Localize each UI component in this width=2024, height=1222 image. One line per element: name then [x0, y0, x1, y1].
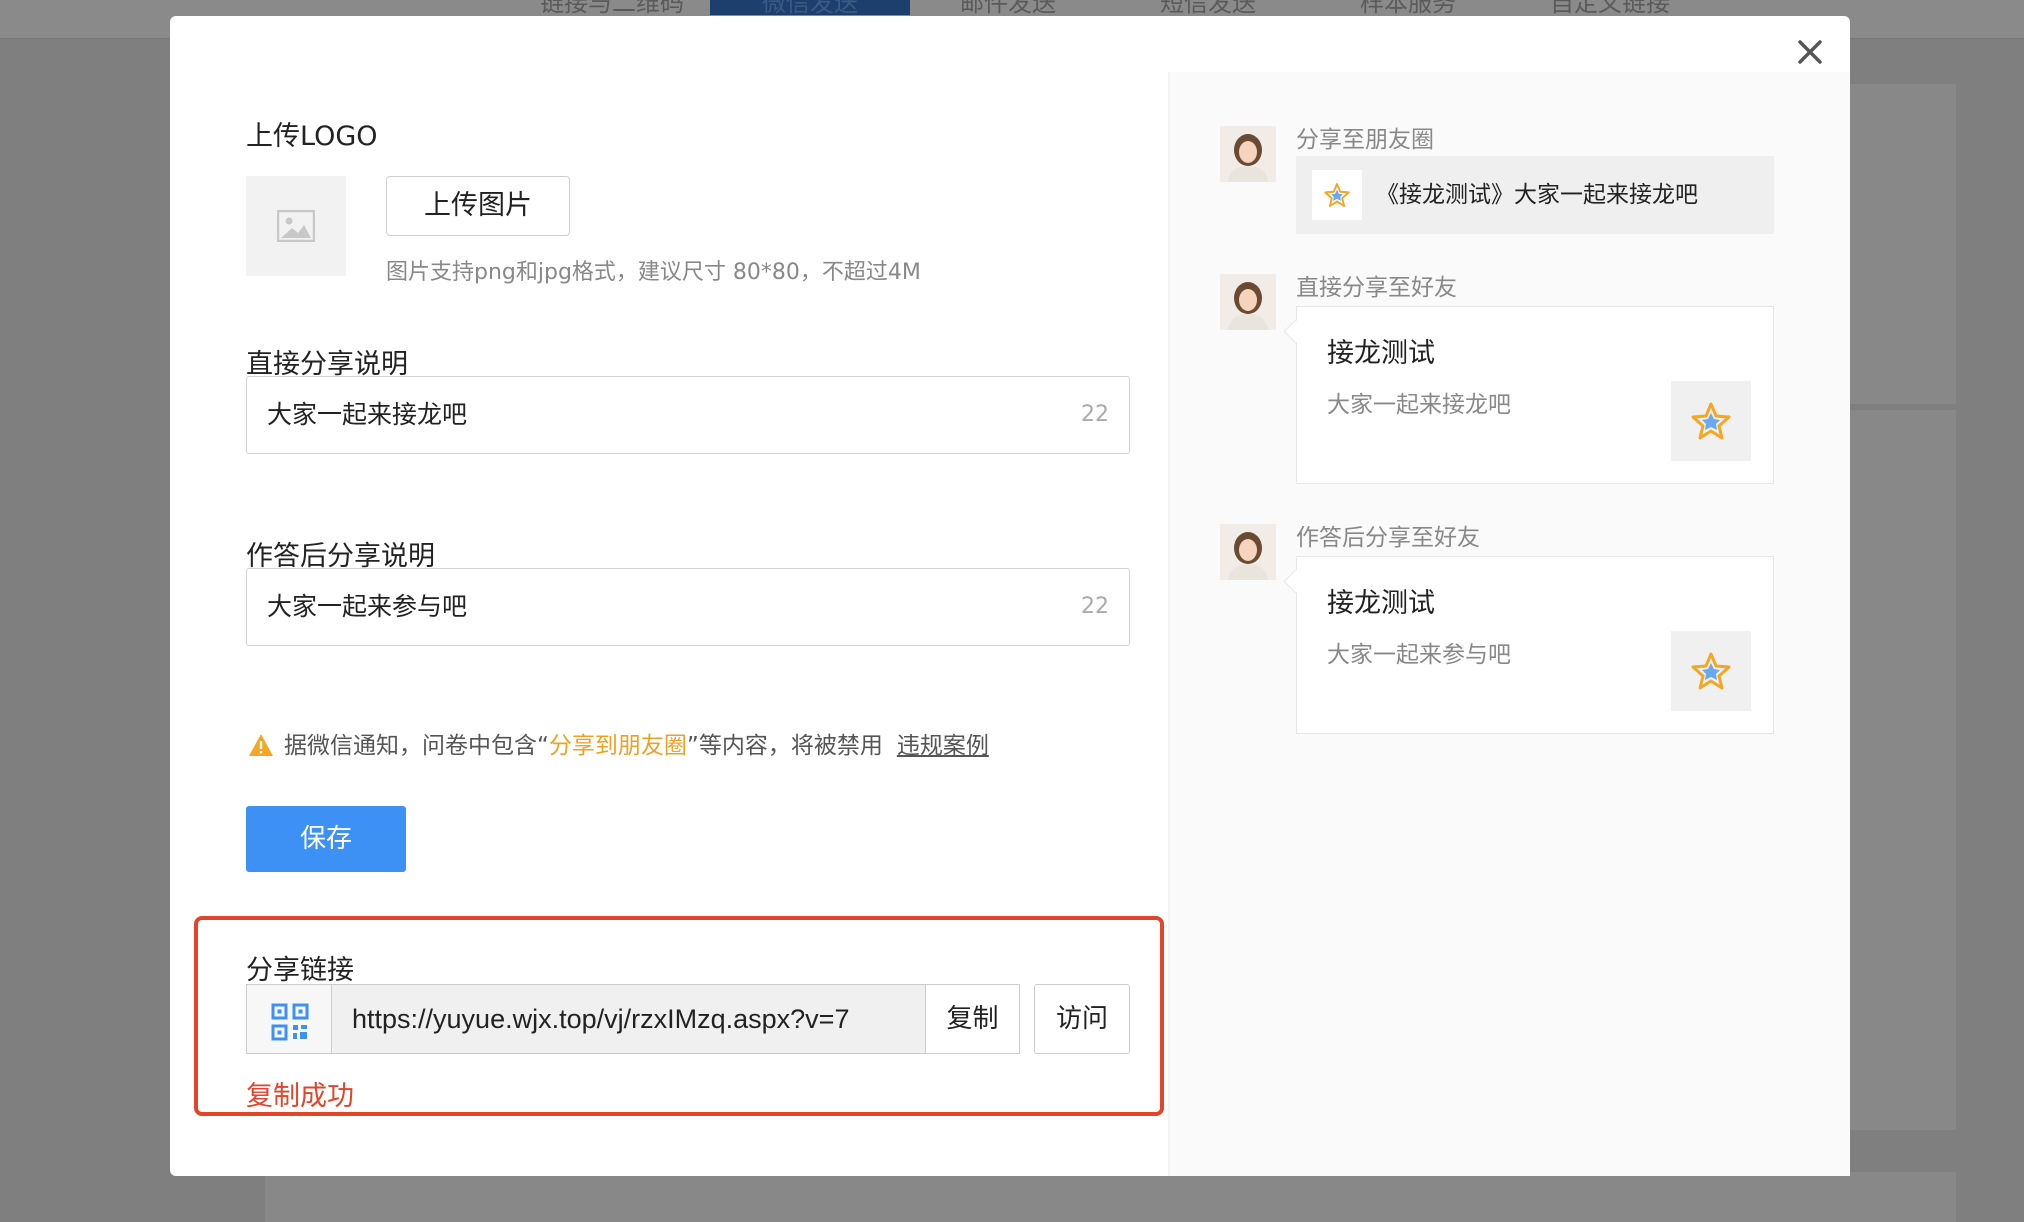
wechat-warning-notice: 据微信通知，问卷中包含“分享到朋友圈”等内容，将被禁用 违规案例 — [248, 726, 989, 760]
avatar — [1220, 126, 1276, 182]
qr-code-icon — [271, 1003, 309, 1041]
bg-tab-sms: 短信发送 — [1160, 0, 1256, 15]
visit-button[interactable]: 访问 — [1034, 984, 1130, 1054]
share-link-row: https://yuyue.wjx.top/vj/rzxIMzq.aspx?v=… — [246, 984, 1130, 1056]
direct-share-preview-label: 直接分享至好友 — [1296, 275, 1457, 301]
direct-share-value: 大家一起来接龙吧 — [267, 400, 468, 429]
char-count: 22 — [1081, 402, 1109, 427]
star-icon — [1691, 402, 1731, 440]
share-preview-panel: 分享至朋友圈 《接龙测试》大家一起来接龙吧 直接分享至好友 接龙测试 大家一起来… — [1170, 72, 1850, 1176]
violation-cases-link[interactable]: 违规案例 — [897, 733, 989, 759]
bg-tab-sample: 样本服务 — [1360, 0, 1456, 15]
preview-title: 接龙测试 — [1327, 338, 1435, 369]
direct-share-input[interactable]: 大家一起来接龙吧 22 — [246, 376, 1130, 454]
bg-tab-email: 邮件发送 — [960, 0, 1056, 15]
background-card — [265, 1172, 1956, 1222]
share-url-field[interactable]: https://yuyue.wjx.top/vj/rzxIMzq.aspx?v=… — [331, 984, 926, 1054]
close-button[interactable] — [1788, 30, 1832, 74]
warning-highlight: 分享到朋友圈 — [548, 733, 687, 759]
char-count: 22 — [1081, 594, 1109, 619]
bg-tab-link-qr: 链接与二维码 — [540, 0, 684, 15]
star-icon — [1324, 182, 1350, 208]
logo-section-title: 上传LOGO — [246, 121, 378, 152]
warning-text-suffix: ”等内容，将被禁用 — [686, 733, 883, 759]
after-answer-share-input[interactable]: 大家一起来参与吧 22 — [246, 568, 1130, 646]
bg-tab-custom-link: 自定义链接 — [1550, 0, 1670, 15]
close-icon — [1798, 40, 1822, 64]
preview-description: 大家一起来接龙吧 — [1327, 392, 1511, 418]
share-link-title: 分享链接 — [246, 955, 354, 986]
moments-preview-card: 《接龙测试》大家一起来接龙吧 — [1296, 156, 1774, 234]
moments-preview-label: 分享至朋友圈 — [1296, 127, 1434, 153]
qr-code-button[interactable] — [246, 984, 332, 1054]
background-card — [1850, 410, 1956, 1130]
copy-button[interactable]: 复制 — [925, 984, 1020, 1054]
avatar — [1220, 274, 1276, 330]
after-answer-share-value: 大家一起来参与吧 — [267, 592, 468, 621]
moments-preview-text: 《接龙测试》大家一起来接龙吧 — [1376, 182, 1698, 208]
share-thumbnail — [1671, 631, 1751, 711]
save-button[interactable]: 保存 — [246, 806, 406, 872]
share-settings-modal: 上传LOGO 上传图片 图片支持png和jpg格式，建议尺寸 80*80，不超过… — [170, 16, 1850, 1176]
star-icon — [1691, 652, 1731, 690]
after-answer-preview-label: 作答后分享至好友 — [1296, 525, 1480, 551]
warning-text-prefix: 据微信通知，问卷中包含“ — [284, 733, 549, 759]
after-answer-preview-card: 接龙测试 大家一起来参与吧 — [1296, 556, 1774, 734]
avatar — [1220, 524, 1276, 580]
direct-share-preview-card: 接龙测试 大家一起来接龙吧 — [1296, 306, 1774, 484]
preview-description: 大家一起来参与吧 — [1327, 642, 1511, 668]
image-icon — [277, 210, 315, 242]
share-thumbnail — [1671, 381, 1751, 461]
settings-form: 上传LOGO 上传图片 图片支持png和jpg格式，建议尺寸 80*80，不超过… — [170, 16, 1168, 1176]
share-thumbnail — [1312, 170, 1362, 220]
logo-preview — [246, 176, 346, 276]
upload-hint: 图片支持png和jpg格式，建议尺寸 80*80，不超过4M — [386, 260, 921, 285]
upload-image-button[interactable]: 上传图片 — [386, 176, 570, 236]
warning-triangle-icon — [249, 734, 273, 756]
background-card — [1850, 84, 1956, 404]
copy-success-message: 复制成功 — [246, 1081, 354, 1112]
bg-tab-wechat: 微信发送 — [710, 0, 910, 15]
preview-title: 接龙测试 — [1327, 588, 1435, 619]
